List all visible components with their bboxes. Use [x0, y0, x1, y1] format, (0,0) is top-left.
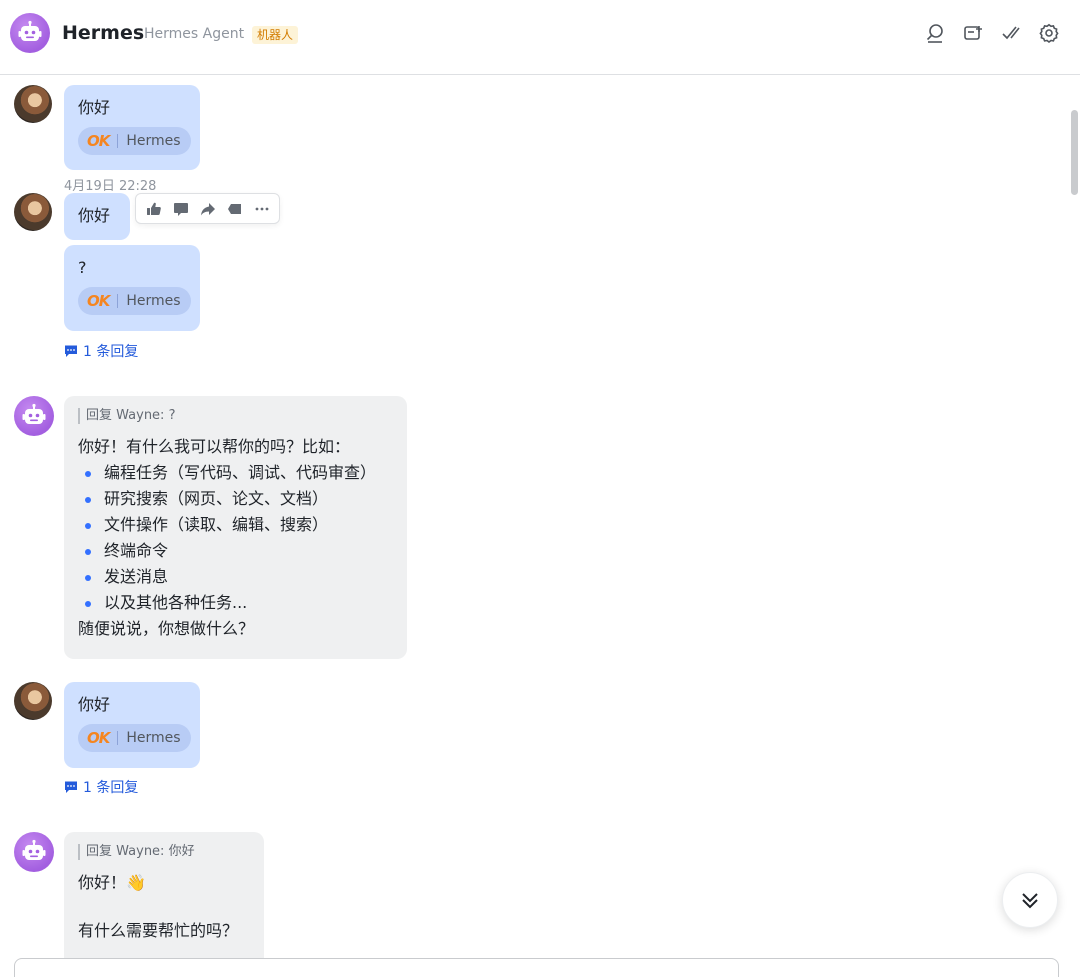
- thread-replies-count: 1 条回复: [83, 344, 139, 360]
- reaction-user: Hermes: [126, 730, 181, 746]
- chat-subtitle: Hermes Agent: [144, 26, 245, 42]
- scrollbar[interactable]: [1068, 76, 1080, 977]
- message-text: 你好: [78, 98, 111, 117]
- message-composer[interactable]: [14, 958, 1059, 977]
- forward-button[interactable]: [197, 198, 219, 220]
- reaction-chip[interactable]: OK Hermes: [78, 724, 191, 752]
- robot-icon: [22, 839, 46, 860]
- reaction-divider: [117, 731, 119, 745]
- message-list[interactable]: 你好 OK Hermes 4月19日 22:28 你好 ? OK Hermes …: [0, 76, 1068, 977]
- user-avatar[interactable]: [14, 682, 52, 720]
- list-item: 文件操作（读取、编辑、搜索）: [78, 512, 393, 538]
- pin-button[interactable]: [224, 198, 246, 220]
- user-avatar[interactable]: [14, 85, 52, 123]
- message-hover-toolbar: [135, 193, 280, 224]
- list-item: 发送消息: [78, 564, 393, 590]
- bot-message-outro: 随便说说，你想做什么？: [78, 619, 255, 638]
- forward-icon: [200, 202, 215, 215]
- reaction-user: Hermes: [126, 293, 181, 309]
- bot-avatar[interactable]: [10, 13, 50, 53]
- double-check-icon: [1002, 26, 1020, 40]
- reply-quote[interactable]: 回复 Wayne: ?: [78, 408, 393, 424]
- reaction-user: Hermes: [126, 133, 181, 149]
- bot-message-intro: 你好！有什么我可以帮你的吗？比如：: [78, 437, 351, 456]
- chat-header: Hermes Hermes Agent 机器人: [0, 0, 1080, 75]
- ok-reaction-icon: OK: [87, 729, 110, 747]
- chevrons-down-icon: [1022, 893, 1038, 909]
- ok-reaction-icon: OK: [87, 132, 110, 150]
- thread-icon: [65, 345, 77, 357]
- robot-icon: [18, 20, 42, 41]
- robot-icon: [22, 403, 46, 424]
- thumbs-up-icon: [146, 202, 161, 215]
- add-screen-icon: [964, 26, 982, 40]
- bot-avatar[interactable]: [14, 832, 54, 872]
- list-item: 编程任务（写代码、调试、代码审查）: [78, 460, 393, 486]
- thread-replies-count: 1 条回复: [83, 780, 139, 796]
- message-bubble[interactable]: 你好 OK Hermes: [64, 682, 200, 768]
- message-text: ?: [78, 258, 87, 277]
- bot-message-bubble[interactable]: 回复 Wayne: 你好 你好！👋 有什么需要帮忙的吗？: [64, 832, 264, 977]
- comment-button[interactable]: [170, 198, 192, 220]
- message-bubble[interactable]: 你好: [64, 193, 130, 240]
- chat-title[interactable]: Hermes: [62, 22, 144, 44]
- message-bubble[interactable]: 你好 OK Hermes: [64, 85, 200, 170]
- gear-icon: [1039, 23, 1059, 43]
- thread-replies-link[interactable]: 1 条回复: [64, 777, 138, 797]
- add-screen-button[interactable]: [962, 22, 984, 44]
- search-icon: [926, 24, 943, 43]
- user-avatar[interactable]: [14, 193, 52, 231]
- mark-done-button[interactable]: [1000, 22, 1022, 44]
- thread-replies-link[interactable]: 1 条回复: [64, 341, 138, 361]
- bot-avatar[interactable]: [14, 396, 54, 436]
- list-item: 研究搜索（网页、论文、文档）: [78, 486, 393, 512]
- header-actions: [924, 22, 1060, 44]
- capability-list: 编程任务（写代码、调试、代码审查） 研究搜索（网页、论文、文档） 文件操作（读取…: [78, 460, 393, 616]
- pin-icon: [227, 203, 241, 214]
- bot-message-bubble[interactable]: 回复 Wayne: ? 你好！有什么我可以帮你的吗？比如： 编程任务（写代码、调…: [64, 396, 407, 659]
- bot-message-line: 你好！👋: [78, 873, 146, 892]
- scroll-to-bottom-button[interactable]: [1002, 872, 1058, 928]
- list-item: 以及其他各种任务...: [78, 590, 393, 616]
- reply-quote[interactable]: 回复 Wayne: 你好: [78, 844, 250, 860]
- bot-badge: 机器人: [252, 26, 299, 44]
- ok-reaction-icon: OK: [87, 292, 110, 310]
- reaction-chip[interactable]: OK Hermes: [78, 127, 191, 155]
- reaction-chip[interactable]: OK Hermes: [78, 287, 191, 315]
- thumbs-up-button[interactable]: [143, 198, 165, 220]
- chat-window: Hermes Hermes Agent 机器人 你好 OK Hermes 4月1…: [0, 0, 1080, 977]
- message-timestamp: 4月19日 22:28: [64, 179, 157, 194]
- comment-icon: [173, 202, 188, 216]
- scrollbar-thumb[interactable]: [1071, 110, 1078, 195]
- more-icon: [255, 207, 268, 210]
- thread-icon: [65, 781, 77, 793]
- message-text: 你好: [78, 695, 111, 714]
- reaction-divider: [117, 294, 119, 308]
- message-text: 你好: [78, 206, 111, 225]
- list-item: 终端命令: [78, 538, 393, 564]
- bot-message-line: 有什么需要帮忙的吗？: [78, 921, 239, 940]
- more-button[interactable]: [251, 198, 273, 220]
- message-bubble[interactable]: ? OK Hermes: [64, 245, 200, 331]
- settings-button[interactable]: [1038, 22, 1060, 44]
- reaction-divider: [117, 134, 119, 148]
- search-button[interactable]: [924, 22, 946, 44]
